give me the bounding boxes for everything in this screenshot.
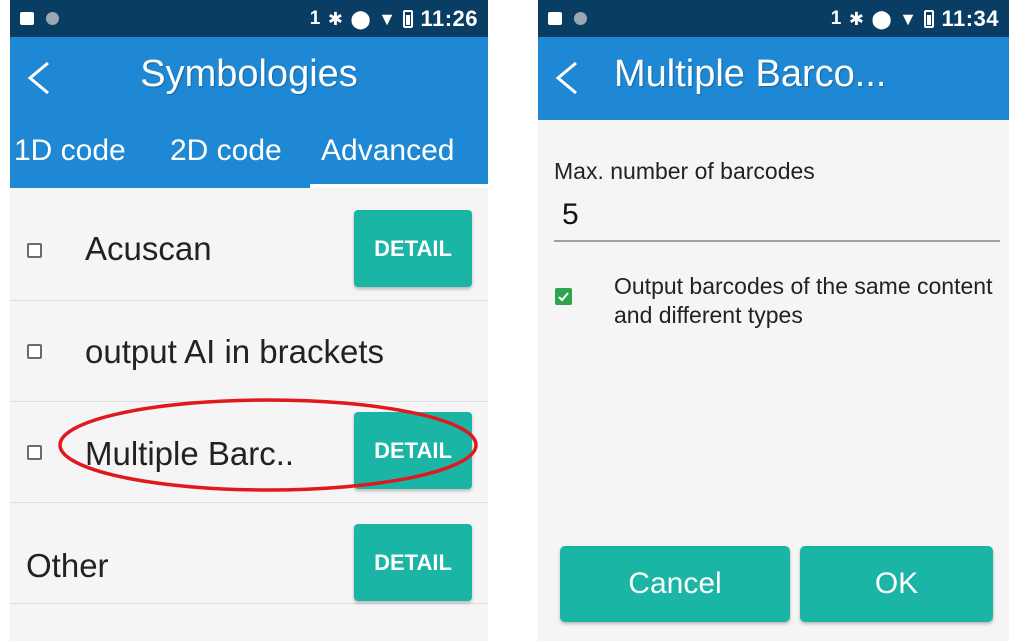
image-icon bbox=[548, 12, 562, 25]
tab-bar: 1D code 2D code Advanced bbox=[10, 120, 488, 188]
status-time: 11:26 bbox=[420, 6, 478, 31]
battery-icon bbox=[403, 10, 414, 28]
page-title: Multiple Barco... bbox=[614, 53, 887, 95]
back-arrow-icon[interactable] bbox=[552, 61, 582, 95]
bluetooth-icon: ✱ bbox=[327, 8, 344, 29]
sim-indicator: 1 bbox=[830, 8, 842, 29]
detail-button[interactable]: DETAIL bbox=[354, 210, 472, 287]
wifi-icon: ▼ bbox=[899, 8, 918, 29]
tab-indicator bbox=[310, 184, 488, 188]
output-same-content-checkbox[interactable] bbox=[555, 288, 572, 305]
output-same-content-label: Output barcodes of the same content and … bbox=[614, 273, 993, 328]
item-label: Acuscan bbox=[85, 230, 212, 267]
max-barcodes-label: Max. number of barcodes bbox=[554, 158, 815, 184]
data-saver-icon: ⬤ bbox=[350, 8, 372, 29]
circle-icon bbox=[574, 12, 587, 25]
checkmark-icon bbox=[558, 292, 569, 302]
checkbox-icon[interactable] bbox=[27, 243, 42, 258]
status-icons: 1 ✱ ⬤ ▼ 11:26 bbox=[310, 6, 478, 32]
detail-button[interactable]: DETAIL bbox=[354, 412, 472, 489]
tab-2d-code[interactable]: 2D code bbox=[170, 134, 282, 168]
bluetooth-icon: ✱ bbox=[848, 8, 865, 29]
symbologies-screen: 1 ✱ ⬤ ▼ 11:26 Symbologies 1D code 2D cod… bbox=[10, 0, 488, 641]
sim-indicator: 1 bbox=[309, 8, 321, 29]
item-label: Multiple Barc.. bbox=[85, 435, 295, 472]
list-item-multiple-barcodes[interactable]: Multiple Barc.. DETAIL bbox=[10, 402, 488, 503]
battery-icon bbox=[924, 10, 935, 28]
status-icons: 1 ✱ ⬤ ▼ 11:34 bbox=[831, 6, 999, 32]
status-bar: 1 ✱ ⬤ ▼ 11:34 bbox=[538, 0, 1009, 37]
list-item-other[interactable]: Other DETAIL bbox=[10, 503, 488, 604]
item-label: Other bbox=[26, 547, 109, 584]
status-time: 11:34 bbox=[941, 6, 999, 31]
checkbox-icon[interactable] bbox=[27, 344, 42, 359]
page-title: Symbologies bbox=[140, 53, 358, 95]
cancel-button[interactable]: Cancel bbox=[560, 546, 790, 622]
tab-advanced[interactable]: Advanced bbox=[321, 134, 454, 168]
data-saver-icon: ⬤ bbox=[871, 8, 893, 29]
list-item-acuscan[interactable]: Acuscan DETAIL bbox=[10, 200, 488, 301]
image-icon bbox=[20, 12, 34, 25]
wifi-icon: ▼ bbox=[378, 8, 397, 29]
app-bar: Symbologies bbox=[10, 37, 488, 120]
list-item-output-ai[interactable]: output AI in brackets bbox=[10, 301, 488, 402]
checkbox-icon[interactable] bbox=[27, 445, 42, 460]
detail-button[interactable]: DETAIL bbox=[354, 524, 472, 601]
max-barcodes-input[interactable]: 5 bbox=[562, 198, 579, 232]
item-label: output AI in brackets bbox=[85, 333, 385, 370]
ok-button[interactable]: OK bbox=[800, 546, 993, 622]
input-underline bbox=[554, 240, 1000, 242]
app-bar: Multiple Barco... bbox=[538, 37, 1009, 120]
tab-1d-code[interactable]: 1D code bbox=[14, 134, 126, 168]
circle-icon bbox=[46, 12, 59, 25]
multiple-barcodes-dialog: 1 ✱ ⬤ ▼ 11:34 Multiple Barco... Max. num… bbox=[538, 0, 1009, 641]
status-bar: 1 ✱ ⬤ ▼ 11:26 bbox=[10, 0, 488, 37]
